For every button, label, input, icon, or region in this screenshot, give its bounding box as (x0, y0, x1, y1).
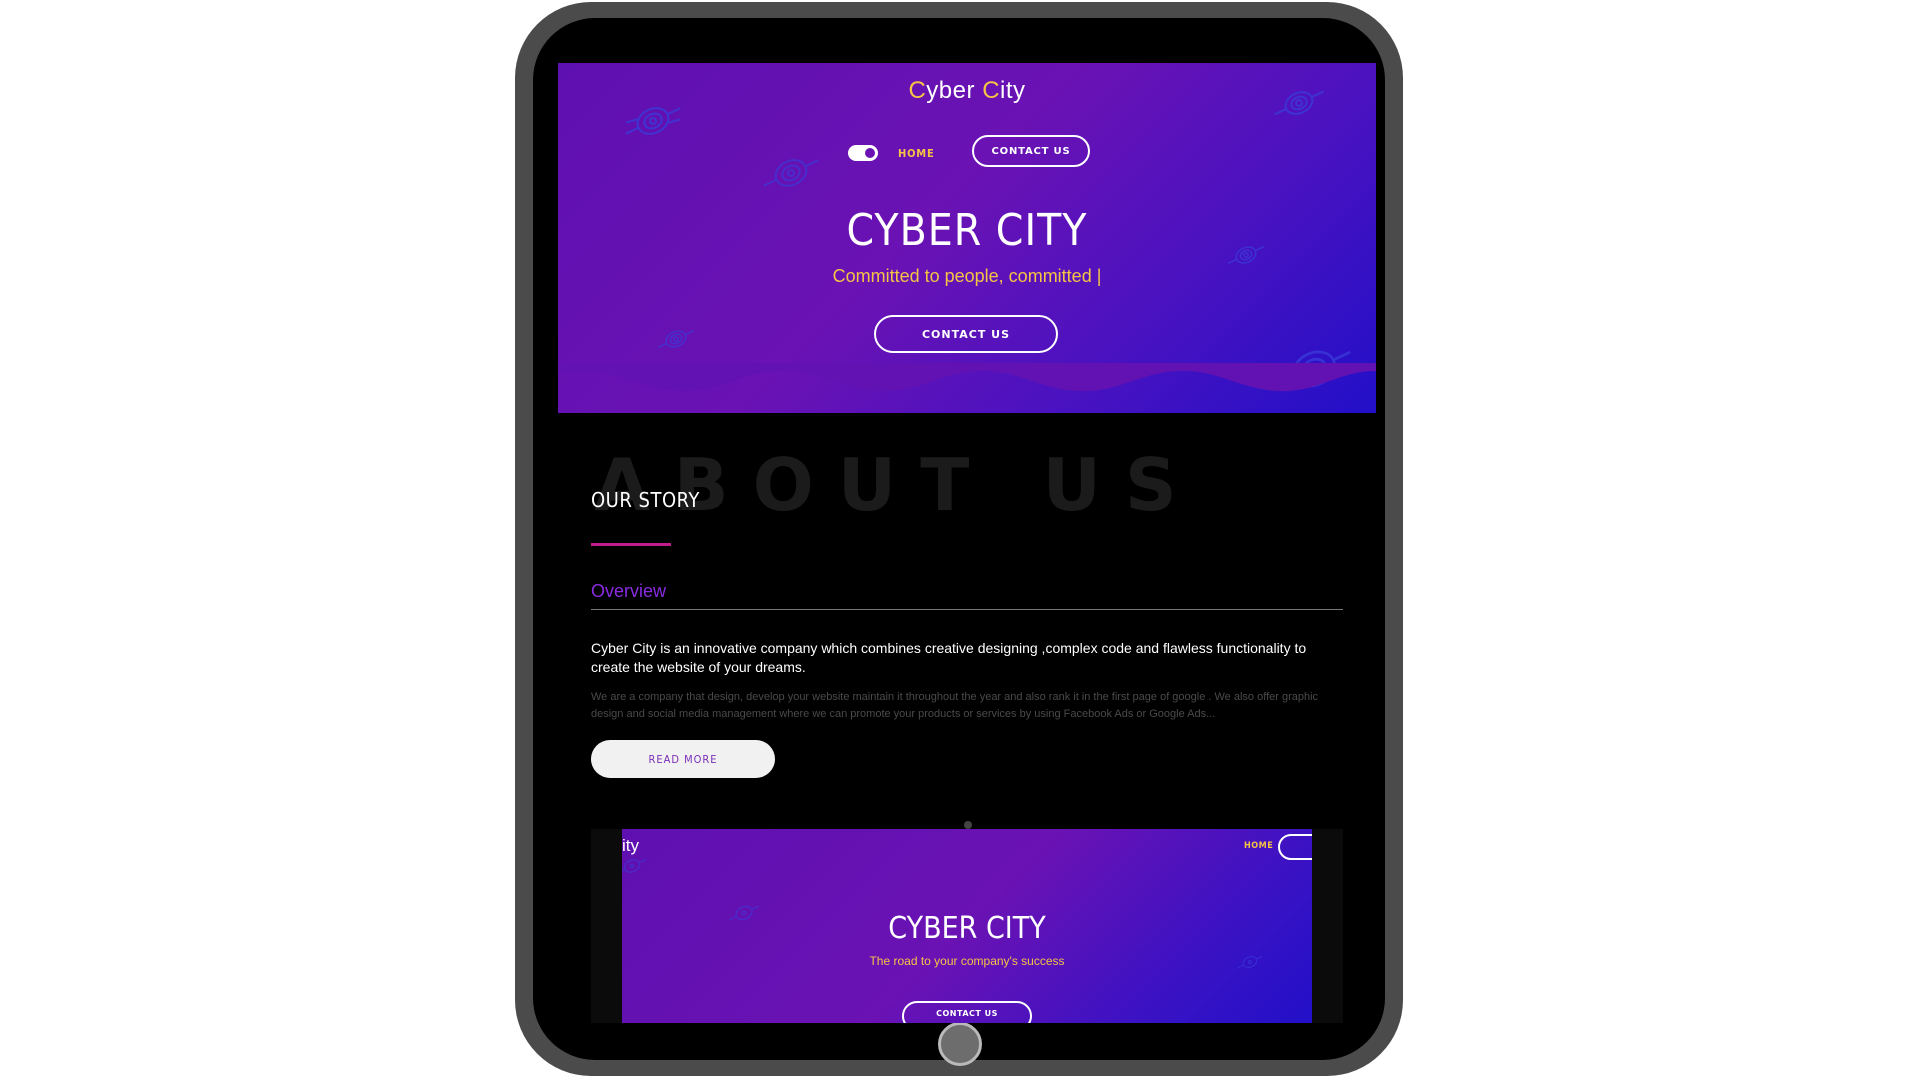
tech-chip-icon (657, 329, 695, 349)
preview-nav-home: HOME (1244, 841, 1274, 851)
hero-section: Cyber City HOME CONTACT US CYBER CITY Co… (558, 63, 1376, 413)
story-heading: OUR STORY (591, 488, 700, 512)
preview-nav-contact (1278, 834, 1312, 860)
heading-underline (591, 543, 671, 546)
website-screen: Cyber City HOME CONTACT US CYBER CITY Co… (558, 63, 1376, 1023)
tab-overview[interactable]: Overview (591, 581, 666, 602)
about-body-text: We are a company that design, develop yo… (591, 691, 1319, 720)
hero-title: CYBER CITY (846, 205, 1088, 256)
preview-title: CYBER CITY (888, 911, 1046, 946)
preview-logo-text: ity (622, 836, 639, 855)
carousel-indicator-dot[interactable] (964, 821, 972, 829)
about-lead-text: Cyber City is an innovative company whic… (591, 640, 1307, 675)
portfolio-preview-image[interactable]: ity HOME CYBER CITY The road to your com… (622, 829, 1312, 1023)
hero-wave-divider (558, 363, 1376, 392)
tab-divider (591, 609, 1343, 610)
nav-contact-button[interactable]: CONTACT US (972, 135, 1090, 167)
preview-contact-button: CONTACT US (902, 1001, 1032, 1023)
read-more-button[interactable]: READ MORE (591, 740, 775, 778)
preview-subtitle: The road to your company's success (869, 954, 1065, 968)
hero-subtitle: Committed to people, committed | (832, 266, 1102, 286)
site-logo[interactable]: Cyber City (558, 77, 1376, 105)
about-background-text: ABOUT US (594, 443, 1201, 527)
nav-home-link[interactable]: HOME (898, 147, 935, 160)
site-logo-text: Cyber City (908, 77, 1026, 104)
theme-toggle-switch[interactable] (848, 145, 878, 161)
portfolio-preview-frame: ity HOME CYBER CITY The road to your com… (591, 829, 1343, 1023)
tech-chip-icon (763, 159, 819, 187)
hero-contact-button[interactable]: CONTACT US (874, 315, 1058, 353)
toggle-switch-icon (865, 148, 875, 158)
tablet-home-button[interactable] (938, 1022, 982, 1066)
